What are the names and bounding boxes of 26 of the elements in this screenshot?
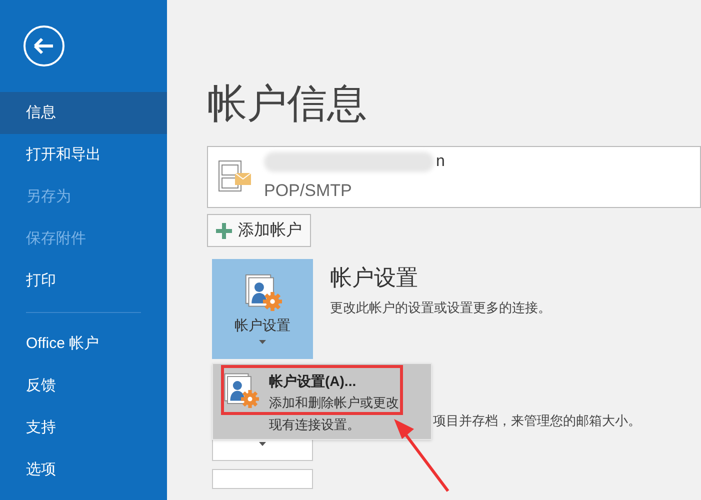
sidebar-item[interactable]: 选项 [0, 449, 167, 491]
account-card[interactable]: n POP/SMTP [207, 146, 701, 208]
section-title: 帐户设置 [330, 264, 419, 292]
mailbox-icon [218, 160, 252, 194]
page-title: 帐户信息 [207, 81, 368, 128]
sidebar-item[interactable]: 打印 [0, 260, 167, 302]
account-settings-icon [244, 273, 282, 311]
add-account-button[interactable]: 添加帐户 [207, 214, 311, 247]
plus-icon [216, 222, 232, 238]
sidebar-item[interactable]: Office 帐户 [0, 323, 167, 365]
back-icon[interactable] [23, 25, 65, 67]
menu-item[interactable] [221, 365, 403, 415]
account-settings-button[interactable]: 帐户设置 [212, 259, 313, 359]
sidebar-item[interactable]: 打开和导出 [0, 134, 167, 176]
menu-item-title: 帐户设置(A)... [269, 372, 358, 391]
section-description: 更改此帐户的设置或设置更多的连接。 [330, 299, 551, 317]
account-type: POP/SMTP [264, 180, 353, 202]
sidebar-item[interactable]: 支持 [0, 407, 167, 449]
account-settings-icon [223, 372, 259, 408]
caret-icon [259, 442, 266, 446]
sidebar-item[interactable]: 反馈 [0, 365, 167, 407]
section-description: 项目并存档，来管理您的邮箱大小。 [433, 412, 641, 430]
menu-item-description: 添加和删除帐户或更改现有连接设置。 [269, 394, 400, 434]
account-name: n [436, 152, 445, 172]
caret-icon [259, 340, 266, 344]
sidebar-item[interactable]: 信息 [0, 92, 167, 134]
